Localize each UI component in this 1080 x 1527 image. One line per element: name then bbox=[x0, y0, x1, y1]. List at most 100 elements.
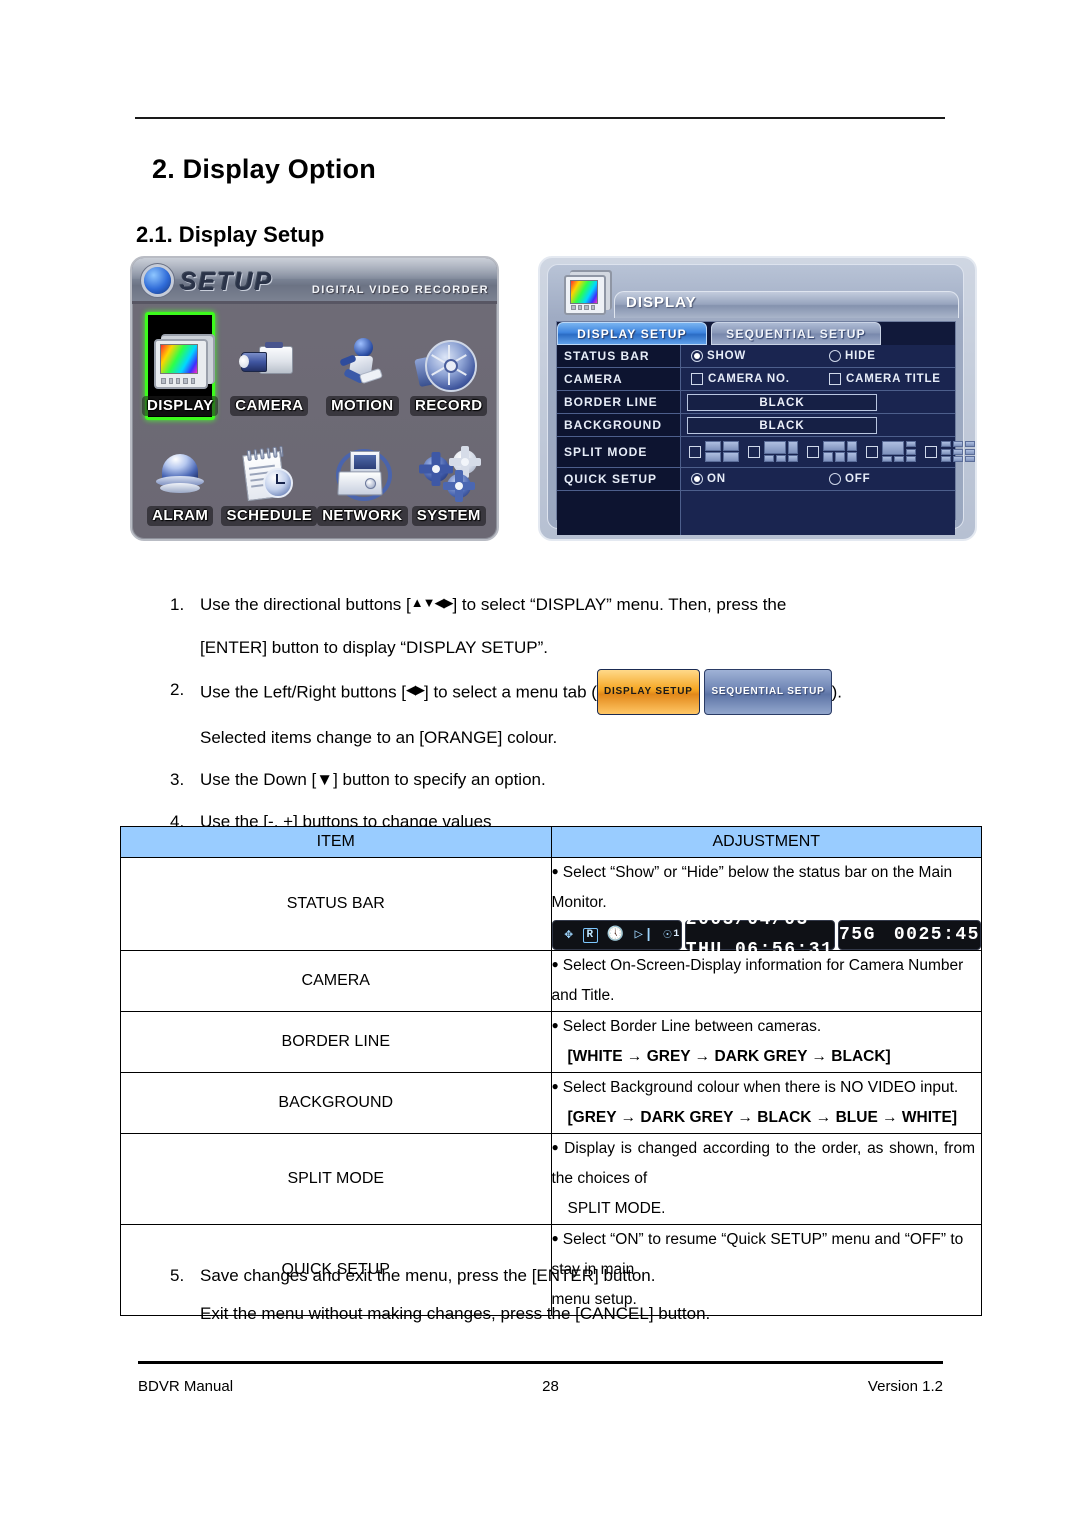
footer-page-number: 28 bbox=[542, 1378, 559, 1395]
setup-item-schedule[interactable]: SCHEDULE bbox=[221, 420, 318, 530]
checkbox-icon bbox=[748, 445, 760, 458]
radio-label: HIDE bbox=[845, 350, 876, 362]
value-sequence: [WHITE → GREY → DARK GREY → BLACK] bbox=[567, 1048, 891, 1065]
monitor-icon bbox=[148, 336, 212, 394]
setup-item-display[interactable]: DISPLAY bbox=[139, 310, 221, 420]
split-6-icon bbox=[764, 441, 798, 462]
radio-quick-on[interactable]: ON bbox=[691, 473, 726, 485]
bullet-line: ● Select On-Screen-Display information fo… bbox=[552, 951, 982, 1011]
instruction-list: 1. Use the directional buttons [▲▼◀▶] to… bbox=[170, 585, 960, 844]
radio-status-show[interactable]: SHOW bbox=[691, 350, 746, 362]
instruction-text: Use the Down [▼] button to specify an op… bbox=[200, 760, 960, 800]
table-cell-adjustment: ● Display is changed according to the ord… bbox=[550, 1133, 982, 1225]
closing-instructions: 5. Save changes and exit the menu, press… bbox=[170, 1258, 960, 1334]
row-label: SPLIT MODE bbox=[557, 437, 681, 467]
checkbox-icon bbox=[689, 445, 701, 458]
row-label: STATUS BAR bbox=[557, 345, 681, 367]
setup-item-system[interactable]: SYSTEM bbox=[408, 420, 491, 530]
setup-menu-screenshot: SETUP DIGITAL VIDEO RECORDER DISPLAY CAM… bbox=[130, 256, 499, 541]
checkbox-icon bbox=[829, 373, 841, 385]
bullet-icon: ● bbox=[551, 1079, 559, 1093]
status-bar-datetime-segment: 2003/04/03 THU 06:56:31 bbox=[684, 910, 835, 960]
setup-item-alarm[interactable]: ALRAM bbox=[139, 420, 221, 530]
radio-label: OFF bbox=[845, 473, 871, 485]
display-dialog-titlerow: DISPLAY bbox=[548, 265, 963, 321]
record-icon: R bbox=[583, 927, 598, 943]
bullet-icon: ● bbox=[551, 864, 559, 878]
table-row: BACKGROUND ● Select Background colour whe… bbox=[120, 1072, 982, 1134]
row-value: BLACK bbox=[681, 391, 955, 413]
split-option-9[interactable] bbox=[925, 441, 975, 462]
radio-quick-off[interactable]: OFF bbox=[829, 473, 870, 485]
setup-item-label: NETWORK bbox=[317, 506, 408, 526]
instruction-text: Save changes and exit the menu, press th… bbox=[200, 1266, 656, 1285]
setting-row-quick-setup: QUICK SETUP ON OFF bbox=[557, 468, 955, 491]
instruction-text-part: ] button to specify an option. bbox=[333, 770, 546, 789]
row-value: CAMERA NO. CAMERA TITLE bbox=[681, 368, 955, 390]
bullet-icon: ● bbox=[551, 1140, 561, 1154]
table-cell-adjustment: ● Select Border Line between cameras. [WH… bbox=[550, 1011, 982, 1073]
row-label: QUICK SETUP bbox=[557, 468, 681, 490]
instruction-number: 2. bbox=[170, 680, 185, 699]
split-4-icon bbox=[705, 441, 739, 462]
channel-number: 1 bbox=[673, 929, 681, 940]
split-8-icon bbox=[823, 441, 857, 462]
row-label-empty bbox=[557, 491, 681, 535]
setup-orb-icon bbox=[144, 267, 171, 294]
radio-label: SHOW bbox=[707, 350, 746, 362]
speaker-icon: ▷| bbox=[634, 927, 655, 943]
split-option-6[interactable] bbox=[748, 441, 798, 462]
table-header-adjustment: ADJUSTMENT bbox=[550, 826, 982, 858]
manual-page: 2. Display Option 2.1. Display Setup SET… bbox=[0, 0, 1080, 1527]
bullet-line: ● Select Background colour when there is … bbox=[552, 1073, 982, 1103]
setup-item-label: CAMERA bbox=[230, 396, 309, 416]
disk-time: 0025:45 bbox=[893, 925, 980, 945]
background-value[interactable]: BLACK bbox=[687, 417, 877, 434]
row-value-empty bbox=[681, 491, 955, 535]
border-line-value[interactable]: BLACK bbox=[687, 394, 877, 411]
setting-row-camera: CAMERA CAMERA NO. CAMERA TITLE bbox=[557, 368, 955, 391]
table-cell-item: SPLIT MODE bbox=[120, 1133, 552, 1225]
checkbox-camera-title[interactable]: CAMERA TITLE bbox=[829, 373, 941, 385]
instruction-text: Selected items change to an [ORANGE] col… bbox=[200, 728, 558, 747]
radio-on-icon bbox=[691, 473, 703, 485]
table-row: BORDER LINE ● Select Border Line between … bbox=[120, 1011, 982, 1073]
setup-item-label: MOTION bbox=[326, 396, 399, 416]
running-person-icon bbox=[330, 336, 394, 394]
split-option-4[interactable] bbox=[689, 441, 739, 462]
bullet-icon: ● bbox=[551, 1018, 559, 1032]
display-settings-rows: STATUS BAR SHOW HIDE CAMERA CAMERA NO. C… bbox=[557, 345, 975, 535]
instruction-number-spacer bbox=[170, 718, 200, 758]
status-bar-graphic: ✥ R 🕔 ▷| ☉ 1 2003/04/03 THU 06:56:31 75G … bbox=[551, 910, 981, 960]
setup-item-motion[interactable]: MOTION bbox=[317, 310, 407, 420]
instruction-text-part: Use the directional buttons [ bbox=[200, 595, 411, 614]
split-option-7[interactable] bbox=[866, 441, 916, 462]
instruction-2-cont: Selected items change to an [ORANGE] col… bbox=[170, 718, 960, 758]
split-option-8[interactable] bbox=[807, 441, 857, 462]
radio-off-icon bbox=[829, 350, 841, 362]
clock-icon: 🕔 bbox=[606, 927, 626, 943]
bullet-text: Select Border Line between cameras. bbox=[562, 1018, 822, 1035]
film-reel-icon bbox=[413, 336, 481, 394]
table-cell-item: BACKGROUND bbox=[120, 1072, 552, 1134]
checkbox-icon bbox=[925, 445, 937, 458]
setup-logo-text: SETUP bbox=[180, 268, 274, 296]
network-globe-icon bbox=[330, 446, 394, 504]
checkbox-camera-no[interactable]: CAMERA NO. bbox=[691, 373, 790, 385]
bullet-text: Select On-Screen-Display information for… bbox=[551, 957, 964, 1004]
radio-status-hide[interactable]: HIDE bbox=[829, 350, 876, 362]
setup-item-label: SCHEDULE bbox=[221, 506, 318, 526]
bullet-icon: ● bbox=[551, 957, 559, 971]
setup-item-camera[interactable]: CAMERA bbox=[221, 310, 317, 420]
split-7-icon bbox=[882, 441, 916, 462]
split-mode-options bbox=[689, 441, 975, 462]
display-tabs: DISPLAY SETUP SEQUENTIAL SETUP bbox=[557, 322, 955, 345]
tab-sequential-setup[interactable]: SEQUENTIAL SETUP bbox=[711, 322, 881, 345]
setup-item-network[interactable]: NETWORK bbox=[317, 420, 408, 530]
section-title: 2.1. Display Setup bbox=[136, 222, 325, 247]
value-sequence: [GREY → DARK GREY → BLACK → BLUE → WHITE… bbox=[567, 1109, 958, 1126]
tab-display-setup[interactable]: DISPLAY SETUP bbox=[557, 322, 707, 345]
bullet-icon: ● bbox=[551, 1231, 559, 1245]
setup-item-record[interactable]: RECORD bbox=[408, 310, 491, 420]
camera-icon bbox=[237, 336, 301, 394]
